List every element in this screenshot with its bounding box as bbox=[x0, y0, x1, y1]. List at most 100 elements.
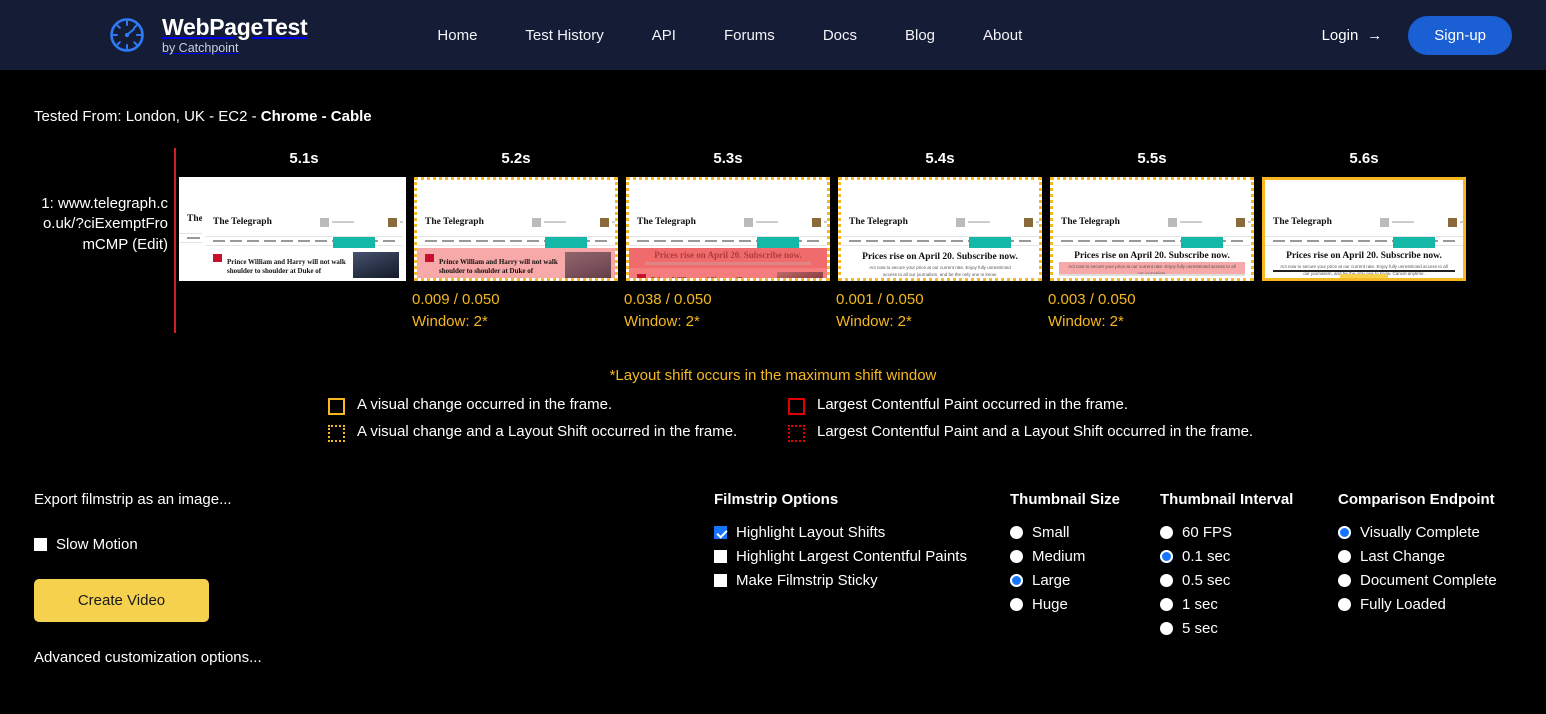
frame-thumbnail[interactable]: The Telegraph Prices rise on April 20. S… bbox=[838, 177, 1042, 281]
legend-item-label: Largest Contentful Paint occurred in the… bbox=[817, 395, 1129, 413]
thumbnail-interval-1-sec-radio[interactable] bbox=[1160, 597, 1173, 611]
option-highlight-lcp[interactable]: Highlight Largest Contentful Paints bbox=[714, 548, 1010, 565]
speedometer-icon bbox=[105, 13, 149, 57]
filmstrip-run-label[interactable]: 1: www.telegraph.co.uk/?ciExemptFromCMP … bbox=[34, 148, 168, 255]
arrow-right-icon: → bbox=[1367, 26, 1383, 44]
option-label[interactable]: 0.5 sec bbox=[1182, 572, 1230, 589]
frame-timestamp: 5.1s bbox=[289, 150, 319, 167]
thumbnail-interval-60fps[interactable]: 60 FPS bbox=[1160, 524, 1338, 541]
thumbnail-interval-title: Thumbnail Interval bbox=[1160, 490, 1294, 508]
frame-thumbnail[interactable]: The Telegraph Prince William and Harry w… bbox=[202, 177, 406, 281]
frame-thumbnail[interactable]: The Telegraph Prices rise on April 20. S… bbox=[626, 177, 830, 281]
comparison-endpoint-last-change[interactable]: Last Change bbox=[1338, 548, 1497, 565]
option-label[interactable]: Highlight Layout Shifts bbox=[736, 524, 885, 541]
comparison-endpoint-fully-loaded-radio[interactable] bbox=[1338, 597, 1351, 611]
frame-timestamp: 5.3s bbox=[713, 150, 743, 167]
comparison-endpoint-fully-loaded[interactable]: Fully Loaded bbox=[1338, 596, 1497, 613]
frame-cls-metrics: 0.003 / 0.050 Window: 2* bbox=[1048, 289, 1136, 333]
option-label[interactable]: Visually Complete bbox=[1360, 524, 1480, 541]
slow-motion-row[interactable]: Slow Motion bbox=[34, 536, 714, 553]
brand-logo-link[interactable]: WebPageTest by Catchpoint bbox=[105, 13, 308, 57]
nav-item-home[interactable]: Home bbox=[437, 27, 477, 44]
make-filmstrip-sticky-checkbox[interactable] bbox=[714, 573, 727, 587]
legend-item-visual-change-and-shift: A visual change and a Layout Shift occur… bbox=[328, 422, 774, 443]
thumbnail-size-title: Thumbnail Size bbox=[1010, 490, 1121, 508]
thumbnail-interval-0-5-sec-radio[interactable] bbox=[1160, 573, 1173, 587]
thumbnail-size-group: Thumbnail Size Small Medium Large Huge bbox=[1010, 491, 1160, 613]
filmstrip-controls: Export filmstrip as an image... Slow Mot… bbox=[34, 491, 1512, 666]
export-title: Export filmstrip as an image... bbox=[34, 490, 232, 508]
option-label[interactable]: Medium bbox=[1032, 548, 1085, 565]
header-actions: Login → Sign-up bbox=[1322, 15, 1512, 55]
filmstrip-frame: 5.3s The Telegraph Prices rise on April … bbox=[622, 148, 834, 333]
thumbnail-size-huge[interactable]: Huge bbox=[1010, 596, 1160, 613]
thumbnail-size-medium-radio[interactable] bbox=[1010, 549, 1023, 563]
option-label[interactable]: Small bbox=[1032, 524, 1070, 541]
nav-item-test-history[interactable]: Test History bbox=[525, 27, 603, 44]
slow-motion-checkbox[interactable] bbox=[34, 537, 47, 551]
thumbnail-size-huge-radio[interactable] bbox=[1010, 597, 1023, 611]
option-highlight-layout-shifts[interactable]: Highlight Layout Shifts bbox=[714, 524, 1010, 541]
option-label[interactable]: Document Complete bbox=[1360, 572, 1497, 589]
advanced-customization-link[interactable]: Advanced customization options... bbox=[34, 649, 714, 666]
option-label[interactable]: 1 sec bbox=[1182, 596, 1218, 613]
login-link[interactable]: Login → bbox=[1322, 27, 1383, 44]
nav-item-api[interactable]: API bbox=[652, 27, 676, 44]
frame-timestamp: 5.6s bbox=[1349, 150, 1379, 167]
thumbnail-interval-0-1-sec-radio[interactable] bbox=[1160, 549, 1173, 563]
thumbnail-interval-5-sec[interactable]: 5 sec bbox=[1160, 620, 1338, 637]
option-make-sticky[interactable]: Make Filmstrip Sticky bbox=[714, 572, 1010, 589]
create-video-button[interactable]: Create Video bbox=[34, 578, 209, 622]
frame-cls-value: 0.009 / 0.050 bbox=[412, 291, 500, 308]
frame-thumbnail[interactable]: The Telegraph Prices rise on April 20. S… bbox=[1262, 177, 1466, 281]
thumbnail-interval-5-sec-radio[interactable] bbox=[1160, 621, 1173, 635]
option-label[interactable]: Highlight Largest Contentful Paints bbox=[736, 548, 967, 565]
thumbnail-interval-0-1-sec[interactable]: 0.1 sec bbox=[1160, 548, 1338, 565]
comparison-endpoint-visually-complete[interactable]: Visually Complete bbox=[1338, 524, 1497, 541]
legend-item-visual-change: A visual change occurred in the frame. bbox=[328, 395, 774, 416]
thumbnail-size-small[interactable]: Small bbox=[1010, 524, 1160, 541]
option-label[interactable]: 5 sec bbox=[1182, 620, 1218, 637]
brand-title: WebPageTest bbox=[162, 13, 308, 40]
signup-button[interactable]: Sign-up bbox=[1408, 15, 1512, 55]
highlight-layout-shifts-checkbox[interactable] bbox=[714, 525, 727, 539]
frame-cls-value: 0.001 / 0.050 bbox=[836, 291, 924, 308]
thumbnail-size-large-radio[interactable] bbox=[1010, 573, 1023, 587]
thumbnail-interval-60fps-radio[interactable] bbox=[1160, 525, 1173, 539]
nav-item-forums[interactable]: Forums bbox=[724, 27, 775, 44]
comparison-endpoint-last-change-radio[interactable] bbox=[1338, 549, 1351, 563]
thumbnail-interval-0-5-sec[interactable]: 0.5 sec bbox=[1160, 572, 1338, 589]
filmstrip: 1: www.telegraph.co.uk/?ciExemptFromCMP … bbox=[34, 148, 1512, 333]
option-label[interactable]: 60 FPS bbox=[1182, 524, 1232, 541]
filmstrip-frame: 5.2s The Telegraph Prince William and Ha… bbox=[410, 148, 622, 333]
nav-item-about[interactable]: About bbox=[983, 27, 1022, 44]
frame-timestamp: 5.5s bbox=[1137, 150, 1167, 167]
comparison-endpoint-title: Comparison Endpoint bbox=[1338, 490, 1495, 508]
option-label[interactable]: Fully Loaded bbox=[1360, 596, 1446, 613]
thumbnail-size-small-radio[interactable] bbox=[1010, 525, 1023, 539]
thumbnail-interval-1-sec[interactable]: 1 sec bbox=[1160, 596, 1338, 613]
comparison-endpoint-document-complete[interactable]: Document Complete bbox=[1338, 572, 1497, 589]
nav-item-blog[interactable]: Blog bbox=[905, 27, 935, 44]
thumbnail-size-large[interactable]: Large bbox=[1010, 572, 1160, 589]
option-label[interactable]: Make Filmstrip Sticky bbox=[736, 572, 878, 589]
login-label: Login bbox=[1321, 26, 1359, 44]
filmstrip-options-group: Filmstrip Options Highlight Layout Shift… bbox=[714, 491, 1010, 589]
legend-item-label: Largest Contentful Paint and a Layout Sh… bbox=[817, 423, 1254, 441]
option-label[interactable]: Last Change bbox=[1360, 548, 1445, 565]
legend: A visual change occurred in the frame. L… bbox=[34, 395, 1512, 443]
main-navigation: Home Test History API Forums Docs Blog A… bbox=[437, 27, 1022, 44]
frame-thumbnail[interactable]: The Telegraph Prince William and Harry w… bbox=[414, 177, 618, 281]
thumbnail-size-medium[interactable]: Medium bbox=[1010, 548, 1160, 565]
frame-cls-window: Window: 2* bbox=[836, 312, 912, 330]
comparison-endpoint-document-complete-radio[interactable] bbox=[1338, 573, 1351, 587]
page-body: Tested From: London, UK - EC2 - Chrome -… bbox=[0, 70, 1546, 666]
option-label[interactable]: Huge bbox=[1032, 596, 1068, 613]
nav-item-docs[interactable]: Docs bbox=[823, 27, 857, 44]
frame-thumbnail[interactable]: The Telegraph Prices rise on April 20. S… bbox=[1050, 177, 1254, 281]
option-label[interactable]: 0.1 sec bbox=[1182, 548, 1230, 565]
slow-motion-label[interactable]: Slow Motion bbox=[56, 536, 138, 553]
highlight-lcp-checkbox[interactable] bbox=[714, 549, 727, 563]
comparison-endpoint-visually-complete-radio[interactable] bbox=[1338, 525, 1351, 539]
option-label[interactable]: Large bbox=[1032, 572, 1070, 589]
